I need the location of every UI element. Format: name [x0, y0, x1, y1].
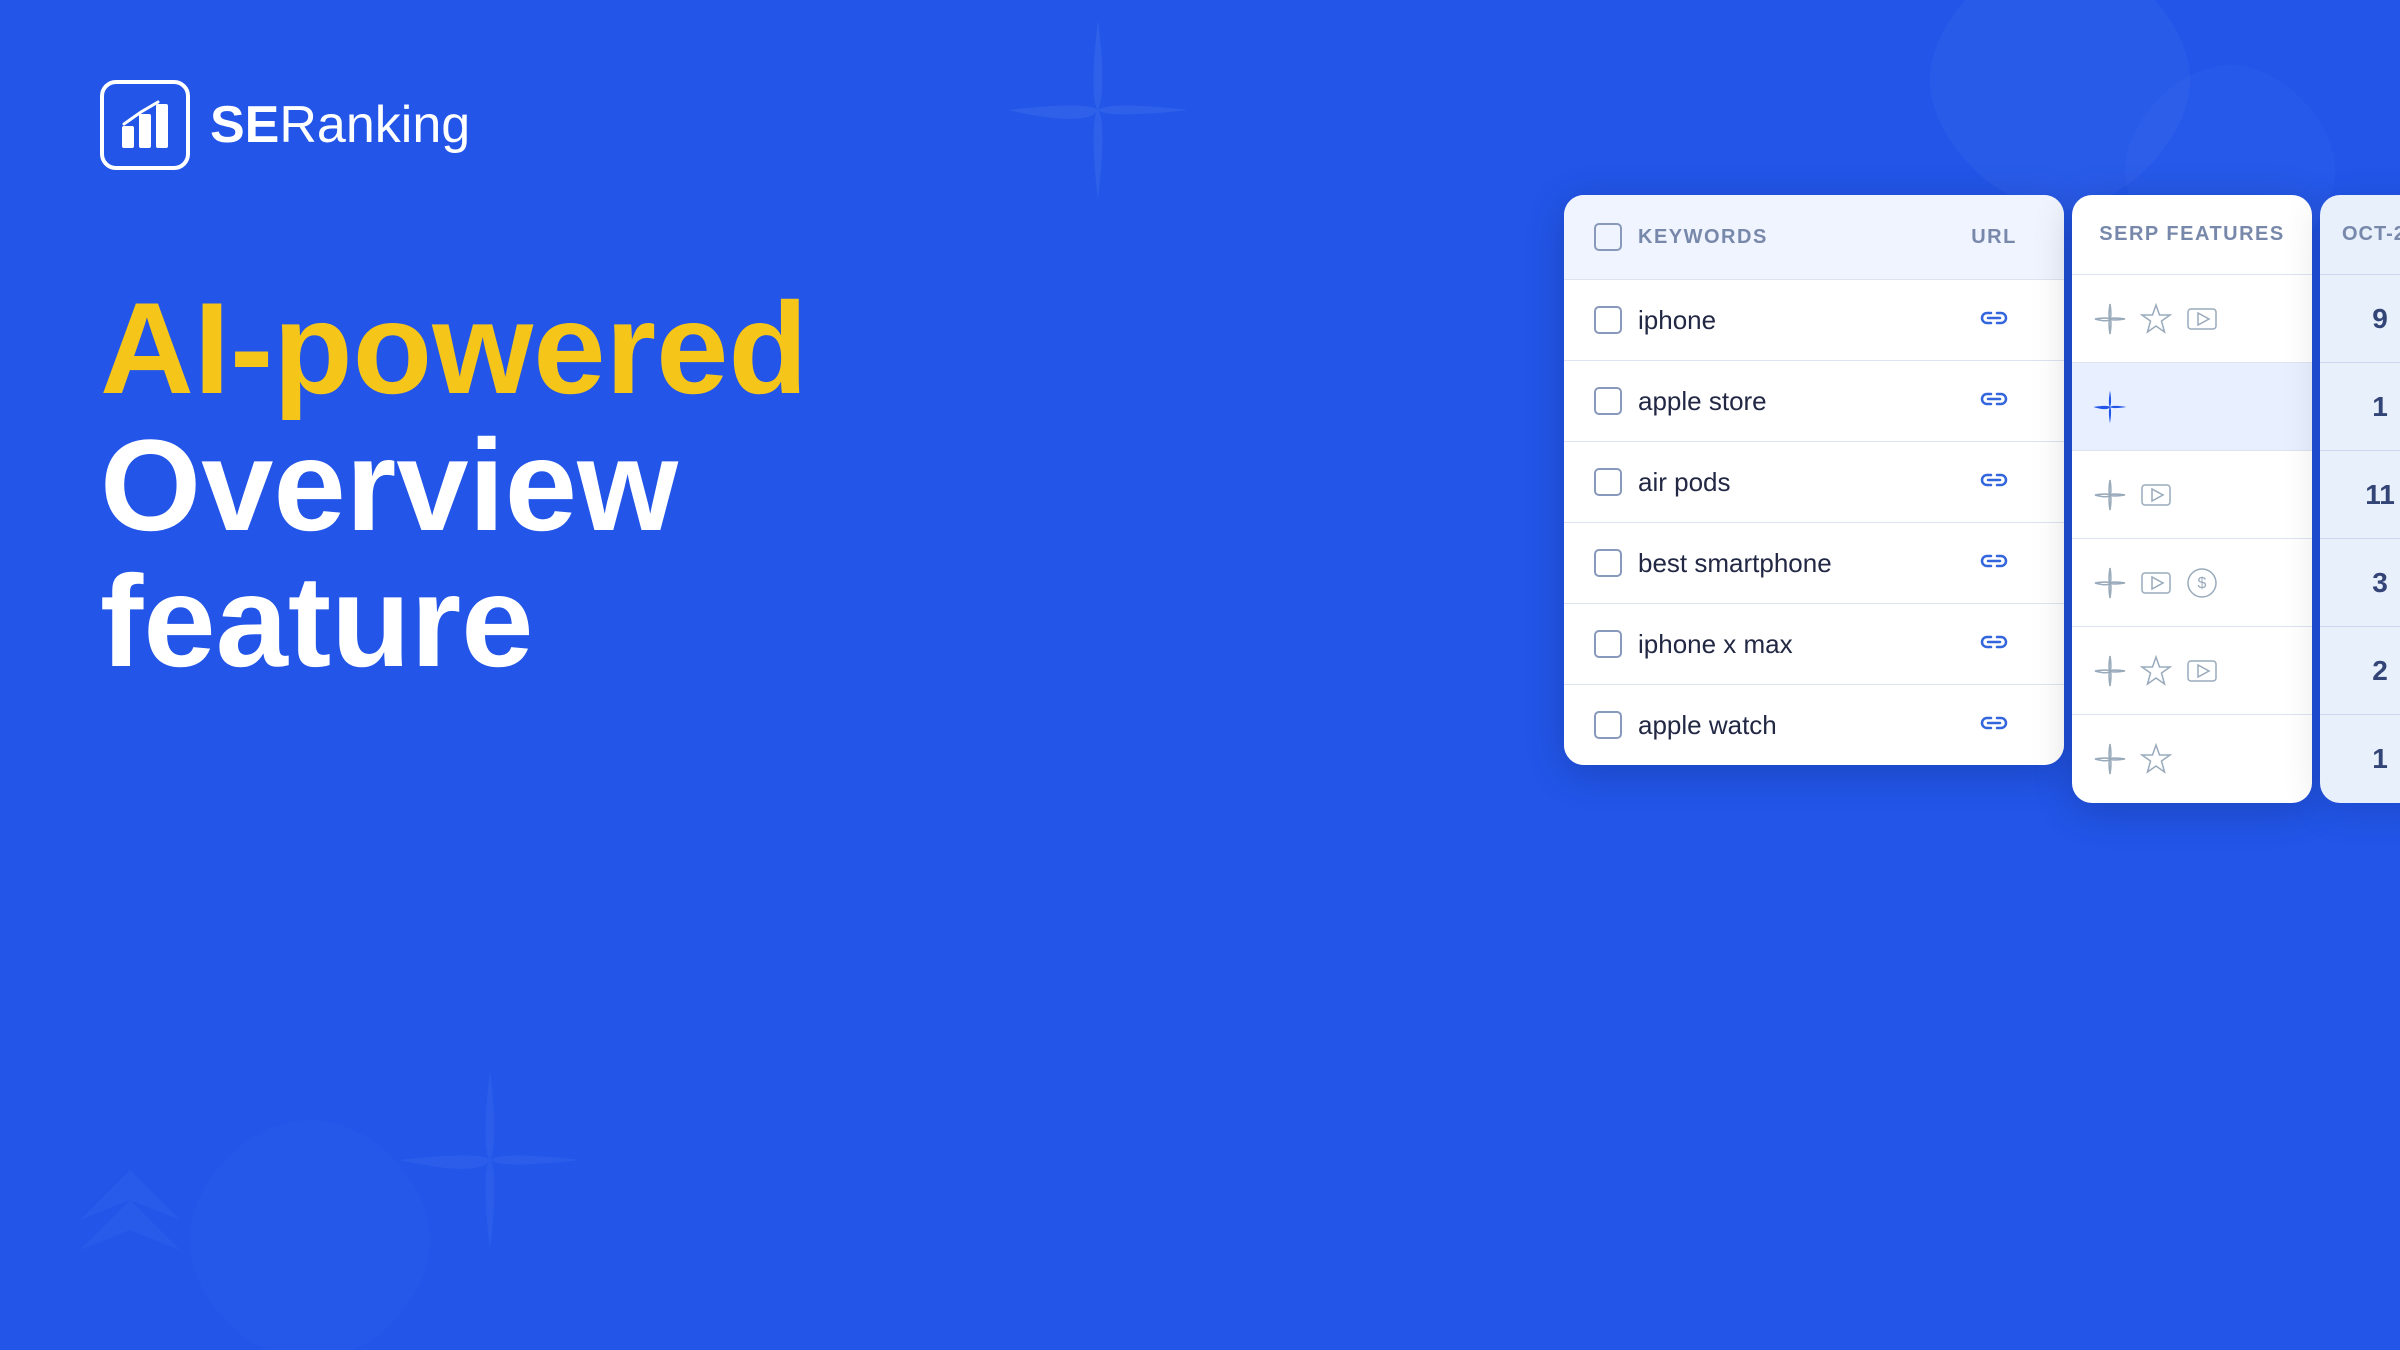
ai-overview-icon-4: [2092, 565, 2128, 601]
oct-value-6: 1: [2372, 743, 2388, 775]
shopping-icon-4: $: [2184, 565, 2220, 601]
keywords-table: KEYWORDS URL iphone: [1564, 195, 2064, 765]
svg-text:$: $: [2198, 575, 2207, 592]
row-checkbox-best-smartphone[interactable]: [1594, 549, 1622, 577]
deco-blob-bl1: [180, 1110, 440, 1350]
table-row: iphone x max: [1564, 604, 2064, 685]
oct-row-4: 3: [2320, 539, 2400, 627]
url-link-icon-iphone[interactable]: [1976, 302, 2012, 338]
table-row: apple watch: [1564, 685, 2064, 765]
keyword-iphone-x-max: iphone x max: [1638, 629, 1793, 659]
star-icon-1: [2138, 301, 2174, 337]
table-row: iphone: [1564, 280, 2064, 361]
url-link-icon-best-smartphone[interactable]: [1976, 545, 2012, 581]
url-link-icon-apple-store[interactable]: [1976, 383, 2012, 419]
video-icon-1: [2184, 301, 2220, 337]
table-header: KEYWORDS URL: [1564, 195, 2064, 280]
serp-features-panel: SERP FEATURES: [2072, 195, 2312, 803]
oct-row-3: 11: [2320, 451, 2400, 539]
oct-value-3: 11: [2365, 479, 2395, 511]
star-icon-5: [2138, 653, 2174, 689]
serp-row-6: [2072, 715, 2312, 803]
table-row: air pods: [1564, 442, 2064, 523]
serp-row-3: [2072, 451, 2312, 539]
keyword-apple-watch: apple watch: [1638, 710, 1777, 740]
star-icon-6: [2138, 741, 2174, 777]
keyword-iphone: iphone: [1638, 305, 1716, 335]
keyword-best-smartphone: best smartphone: [1638, 548, 1832, 578]
url-column-header: URL: [1971, 226, 2017, 248]
oct-value-4: 3: [2372, 567, 2388, 599]
hero-line3: feature: [100, 553, 808, 690]
serp-row-1: [2072, 275, 2312, 363]
deco-arrow-bl3: [60, 1150, 200, 1290]
oct-column-label: OCT-29: [2342, 223, 2400, 245]
deco-blob-tr1: [1920, 0, 2200, 220]
logo-se: SE: [210, 96, 279, 154]
logo-ranking: Ranking: [279, 96, 470, 154]
video-icon-5: [2184, 653, 2220, 689]
row-checkbox-air-pods[interactable]: [1594, 468, 1622, 496]
logo-icon: [100, 80, 190, 170]
serp-row-4: $: [2072, 539, 2312, 627]
oct-value-2: 1: [2372, 391, 2388, 423]
row-checkbox-apple-store[interactable]: [1594, 387, 1622, 415]
ui-panel-area: KEYWORDS URL iphone: [1564, 195, 2400, 803]
deco-star-ct: [1008, 20, 1188, 200]
hero-line2: Overview: [100, 417, 808, 554]
ai-overview-icon-5: [2092, 653, 2128, 689]
serp-features-header: SERP FEATURES: [2072, 195, 2312, 275]
keyword-air-pods: air pods: [1638, 467, 1731, 497]
select-all-checkbox[interactable]: [1594, 223, 1622, 251]
serp-features-label: SERP FEATURES: [2099, 223, 2284, 245]
row-checkbox-iphone-x-max[interactable]: [1594, 630, 1622, 658]
logo-text: SERanking: [210, 95, 470, 155]
oct-row-2: 1: [2320, 363, 2400, 451]
row-checkbox-iphone[interactable]: [1594, 306, 1622, 334]
oct-header: OCT-29: [2320, 195, 2400, 275]
video-icon-3: [2138, 477, 2174, 513]
oct-row-6: 1: [2320, 715, 2400, 803]
ai-overview-icon-1: [2092, 301, 2128, 337]
ai-overview-icon-6: [2092, 741, 2128, 777]
row-checkbox-apple-watch[interactable]: [1594, 711, 1622, 739]
hero-text: AI-powered Overview feature: [100, 280, 808, 690]
oct-row-1: 9: [2320, 275, 2400, 363]
logo-area: SERanking: [100, 80, 470, 170]
video-icon-4: [2138, 565, 2174, 601]
oct-row-5: 2: [2320, 627, 2400, 715]
hero-line1: AI-powered: [100, 280, 808, 417]
serp-row-2-highlighted: [2072, 363, 2312, 451]
table-row: apple store: [1564, 361, 2064, 442]
oct-value-1: 9: [2372, 303, 2388, 335]
ai-overview-icon-blue: [2092, 389, 2128, 425]
url-link-icon-air-pods[interactable]: [1976, 464, 2012, 500]
deco-star-bl2: [400, 1070, 580, 1250]
oct-panel: OCT-29 9 1 11 3 2 1: [2320, 195, 2400, 803]
keywords-column-header: KEYWORDS: [1638, 226, 1768, 248]
keyword-apple-store: apple store: [1638, 386, 1767, 416]
ai-overview-icon-3: [2092, 477, 2128, 513]
url-link-icon-apple-watch[interactable]: [1976, 707, 2012, 743]
serp-row-5: [2072, 627, 2312, 715]
url-link-icon-iphone-x-max[interactable]: [1976, 626, 2012, 662]
oct-value-5: 2: [2372, 655, 2388, 687]
logo-chart-icon: [116, 96, 174, 154]
table-row: best smartphone: [1564, 523, 2064, 604]
